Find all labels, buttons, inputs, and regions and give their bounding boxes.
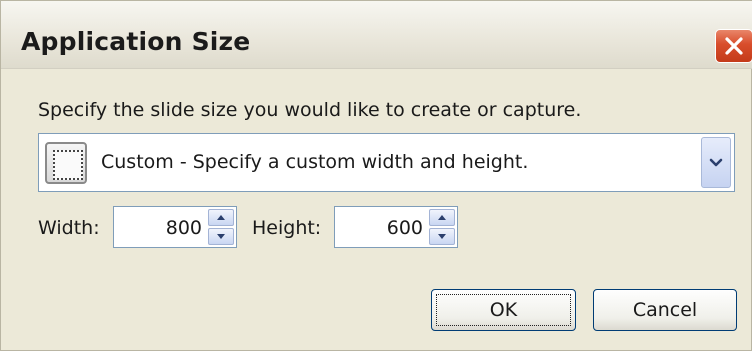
window-title: Application Size: [21, 27, 251, 56]
dropdown-arrow-button[interactable]: [701, 137, 731, 188]
cancel-button[interactable]: Cancel: [593, 289, 737, 331]
instruction-text: Specify the slide size you would like to…: [38, 99, 582, 121]
height-spinner[interactable]: 600: [334, 206, 458, 248]
arrow-down-icon: [438, 234, 446, 239]
chevron-down-icon: [709, 158, 723, 166]
arrow-down-icon: [217, 234, 225, 239]
close-button[interactable]: [715, 29, 752, 63]
close-icon: [725, 37, 743, 55]
width-value[interactable]: 800: [166, 217, 202, 239]
slide-size-dropdown[interactable]: Custom - Specify a custom width and heig…: [38, 133, 735, 192]
arrow-up-icon: [438, 215, 446, 220]
height-value[interactable]: 600: [387, 217, 423, 239]
height-increment-button[interactable]: [429, 209, 455, 226]
application-size-dialog: Application Size Specify the slide size …: [0, 0, 752, 351]
width-label: Width:: [38, 217, 100, 239]
width-decrement-button[interactable]: [208, 228, 234, 245]
arrow-up-icon: [217, 215, 225, 220]
ok-button[interactable]: OK: [431, 289, 576, 331]
height-decrement-button[interactable]: [429, 228, 455, 245]
custom-size-icon: [45, 142, 87, 184]
height-label: Height:: [252, 217, 322, 239]
width-increment-button[interactable]: [208, 209, 234, 226]
slide-size-selected: Custom - Specify a custom width and heig…: [101, 151, 529, 173]
title-bar[interactable]: Application Size: [1, 1, 752, 69]
width-spinner[interactable]: 800: [113, 206, 237, 248]
